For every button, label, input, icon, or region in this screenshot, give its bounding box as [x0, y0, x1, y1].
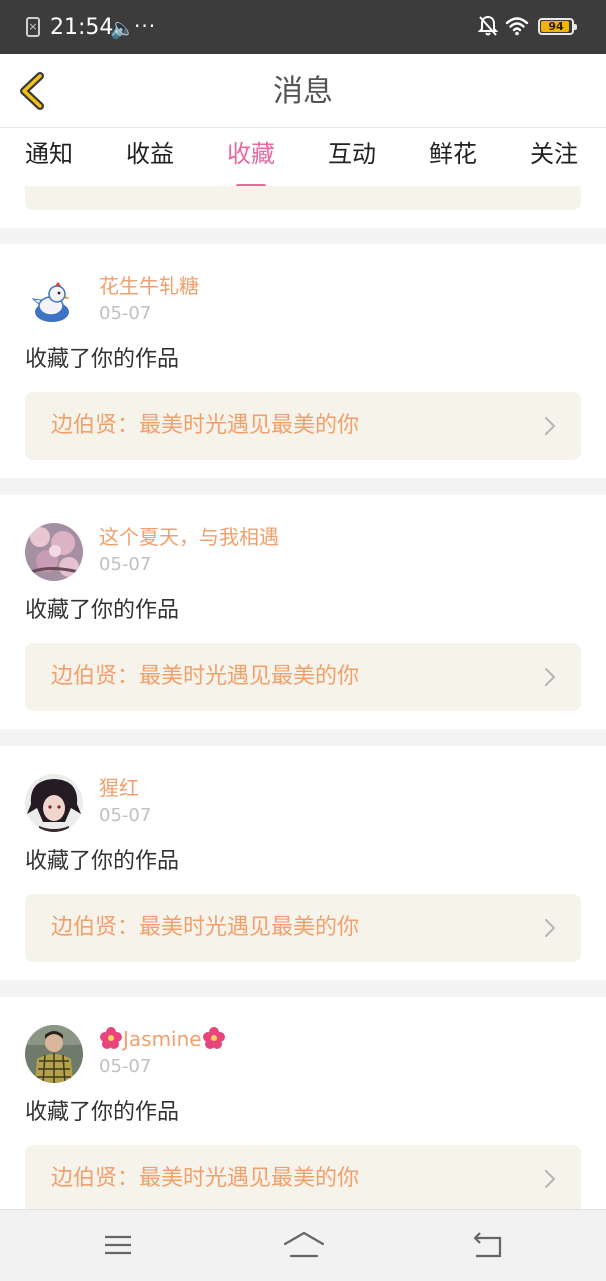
previous-work-link[interactable]	[25, 186, 581, 210]
tab-follows[interactable]: 关注	[530, 138, 578, 170]
notification-card: Jasmine 05-07 收藏了你的作品 边伯贤：最美时光遇见最美的你	[0, 997, 606, 1231]
status-bar: × 21:54 🔈 ··· 94	[0, 0, 606, 54]
notification-card: 猩红 05-07 收藏了你的作品 边伯贤：最美时光遇见最美的你	[0, 746, 606, 980]
system-nav-bar	[0, 1209, 606, 1281]
work-title: 边伯贤：最美时光遇见最美的你	[51, 413, 360, 438]
battery-cap	[574, 24, 577, 30]
person-in-plaid-avatar	[25, 1025, 83, 1083]
user-avatar[interactable]	[25, 272, 83, 330]
user-avatar[interactable]	[25, 1025, 83, 1083]
work-link[interactable]: 边伯贤：最美时光遇见最美的你	[25, 643, 581, 711]
chevron-right-icon	[544, 918, 556, 938]
username[interactable]: 这个夏天，与我相遇	[99, 523, 279, 551]
tab-notifications[interactable]: 通知	[25, 138, 73, 170]
hibiscus-flower-icon	[100, 1027, 122, 1049]
tab-interactions[interactable]: 互动	[328, 138, 376, 170]
work-link[interactable]: 边伯贤：最美时光遇见最美的你	[25, 894, 581, 962]
username[interactable]: Jasmine	[99, 1025, 226, 1053]
volume-icon: 🔈	[110, 16, 135, 40]
work-title: 边伯贤：最美时光遇见最美的你	[51, 664, 360, 689]
previous-notification-card	[0, 186, 606, 228]
more-notifications-icon: ···	[134, 14, 157, 38]
username[interactable]: 猩红	[99, 774, 139, 802]
notification-date: 05-07	[99, 554, 152, 575]
tab-favorites-label: 收藏	[227, 140, 275, 168]
chevron-right-icon	[544, 416, 556, 436]
user-avatar[interactable]	[25, 523, 83, 581]
notification-card: 这个夏天，与我相遇 05-07 收藏了你的作品 边伯贤：最美时光遇见最美的你	[0, 495, 606, 729]
user-avatar[interactable]	[25, 774, 83, 832]
back-icon[interactable]	[472, 1230, 504, 1260]
home-icon[interactable]	[283, 1230, 325, 1260]
page-title: 消息	[273, 74, 333, 109]
notification-date: 05-07	[99, 1056, 152, 1077]
notification-text: 收藏了你的作品	[25, 347, 180, 372]
tab-favorites[interactable]: 收藏	[227, 138, 275, 188]
page-header: 消息	[0, 54, 606, 128]
work-link[interactable]: 边伯贤：最美时光遇见最美的你	[25, 1145, 581, 1213]
notification-text: 收藏了你的作品	[25, 849, 180, 874]
battery-icon: 94	[538, 18, 577, 35]
username[interactable]: 花生牛轧糖	[99, 272, 199, 300]
tab-earnings[interactable]: 收益	[126, 138, 174, 170]
cherry-blossom-avatar	[25, 523, 83, 581]
bell-muted-icon	[478, 15, 498, 36]
wifi-icon	[505, 17, 529, 36]
notification-text: 收藏了你的作品	[25, 1100, 180, 1125]
chevron-right-icon	[544, 1169, 556, 1189]
tab-bar: 通知 收益 收藏 互动 鲜花 关注	[0, 128, 606, 188]
work-link[interactable]: 边伯贤：最美时光遇见最美的你	[25, 392, 581, 460]
work-title: 边伯贤：最美时光遇见最美的你	[51, 915, 360, 940]
hibiscus-flower-icon	[202, 1027, 225, 1049]
menu-icon[interactable]	[103, 1230, 133, 1260]
notification-text: 收藏了你的作品	[25, 598, 180, 623]
notification-date: 05-07	[99, 303, 152, 324]
username-text: Jasmine	[123, 1027, 202, 1051]
chevron-right-icon	[544, 667, 556, 687]
tab-flowers[interactable]: 鲜花	[429, 138, 477, 170]
status-time: 21:54	[50, 15, 114, 40]
work-title: 边伯贤：最美时光遇见最美的你	[51, 1166, 360, 1191]
battery-level: 94	[548, 20, 564, 33]
sim-icon: ×	[26, 17, 40, 37]
dark-hair-character-avatar	[25, 774, 83, 832]
notification-card: 花生牛轧糖 05-07 收藏了你的作品 边伯贤：最美时光遇见最美的你	[0, 244, 606, 478]
cartoon-bird-avatar	[25, 272, 83, 330]
notification-date: 05-07	[99, 805, 152, 826]
